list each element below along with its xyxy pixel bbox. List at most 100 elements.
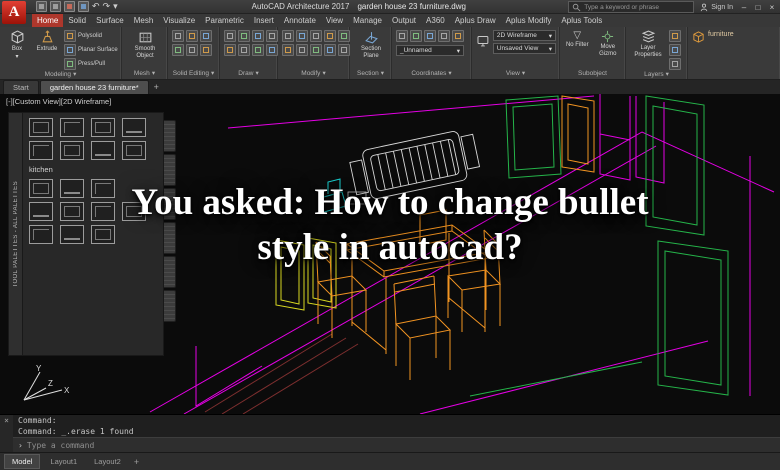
- palette-tab[interactable]: [164, 256, 176, 288]
- shell-icon[interactable]: [200, 44, 212, 56]
- panel-label-subobject[interactable]: Subobject: [560, 69, 625, 79]
- extrude-button[interactable]: Extrude: [33, 30, 61, 70]
- panel-label-section[interactable]: Section ▾: [350, 69, 391, 79]
- palette-tool[interactable]: [29, 225, 53, 244]
- ucs-world-icon[interactable]: [396, 30, 408, 42]
- move-icon[interactable]: [282, 30, 294, 42]
- palette-tab[interactable]: [164, 154, 176, 186]
- maximize-button[interactable]: □: [753, 3, 763, 12]
- file-tab-start[interactable]: Start: [3, 80, 39, 94]
- palette-tool[interactable]: [91, 118, 115, 137]
- slice-icon[interactable]: [172, 44, 184, 56]
- fillet-edge-icon[interactable]: [186, 44, 198, 56]
- rotate-icon[interactable]: [296, 30, 308, 42]
- palette-tool[interactable]: [60, 202, 84, 221]
- trim-icon[interactable]: [310, 30, 322, 42]
- ucs-origin-icon[interactable]: [424, 30, 436, 42]
- palette-tool[interactable]: [60, 141, 84, 160]
- help-search-input[interactable]: Type a keyword or phrase: [568, 1, 695, 13]
- union-icon[interactable]: [172, 30, 184, 42]
- ribbon-tab-annotate[interactable]: Annotate: [279, 14, 321, 27]
- box-button[interactable]: Box ▾: [4, 30, 30, 70]
- ribbon-tab-view[interactable]: View: [321, 14, 348, 27]
- ribbon-tab-a360[interactable]: A360: [421, 14, 450, 27]
- panel-label-mesh[interactable]: Mesh ▾: [122, 69, 167, 79]
- ucs-name-dropdown[interactable]: _Unnamed ▾: [396, 45, 464, 56]
- palette-tool[interactable]: [91, 179, 115, 198]
- panel-label-modify[interactable]: Modify ▾: [278, 69, 349, 79]
- furniture-tool[interactable]: furniture: [688, 27, 780, 48]
- ribbon-tab-surface[interactable]: Surface: [91, 14, 129, 27]
- ribbon-tab-insert[interactable]: Insert: [249, 14, 279, 27]
- spline-icon[interactable]: [266, 44, 278, 56]
- undo-icon[interactable]: ↶: [92, 2, 100, 11]
- panel-label-solid-editing[interactable]: Solid Editing ▾: [168, 69, 219, 79]
- minimize-button[interactable]: –: [739, 3, 749, 12]
- ribbon-tab-aplus-draw[interactable]: Aplus Draw: [450, 14, 501, 27]
- hatch-icon[interactable]: [252, 44, 264, 56]
- model-tab[interactable]: Model: [4, 454, 41, 469]
- visual-style-dropdown[interactable]: 2D Wireframe ▾: [492, 30, 556, 41]
- circle-icon[interactable]: [252, 30, 264, 42]
- press-pull-button[interactable]: Press/Pull: [64, 58, 118, 70]
- copy-icon[interactable]: [324, 30, 336, 42]
- panel-label-draw[interactable]: Draw ▾: [220, 69, 277, 79]
- palette-tool[interactable]: [29, 179, 53, 198]
- panel-label-modeling[interactable]: Modeling ▾: [0, 70, 121, 80]
- view-name-dropdown[interactable]: Unsaved View ▾: [492, 43, 556, 54]
- polysolid-button[interactable]: Polysolid: [64, 30, 118, 42]
- app-menu-button[interactable]: A: [2, 1, 26, 24]
- palette-tab[interactable]: [164, 188, 176, 220]
- erase-icon[interactable]: [338, 44, 350, 56]
- ribbon-tab-aplus-modify[interactable]: Aplus Modify: [501, 14, 557, 27]
- arc-icon[interactable]: [266, 30, 278, 42]
- plot-icon[interactable]: [78, 1, 89, 12]
- palette-tool[interactable]: [29, 141, 53, 160]
- smooth-object-button[interactable]: Smooth Object: [126, 30, 164, 69]
- line-icon[interactable]: [224, 30, 236, 42]
- ribbon-tab-mesh[interactable]: Mesh: [129, 14, 159, 27]
- model-space-viewport[interactable]: [-][Custom View][2D Wireframe] TOOL PALE…: [0, 94, 780, 414]
- ribbon-tab-home[interactable]: Home: [32, 14, 64, 27]
- mirror-icon[interactable]: [338, 30, 350, 42]
- palette-tool[interactable]: [91, 202, 115, 221]
- palette-tool[interactable]: [29, 118, 53, 137]
- new-drawing-tab-button[interactable]: +: [150, 81, 163, 94]
- layer-isolate-icon[interactable]: [669, 44, 681, 56]
- new-layout-button[interactable]: +: [131, 457, 142, 467]
- intersect-icon[interactable]: [200, 30, 212, 42]
- palette-tab[interactable]: [164, 120, 176, 152]
- open-file-icon[interactable]: [50, 1, 61, 12]
- no-filter-button[interactable]: ▽ No Filter: [564, 30, 591, 69]
- palette-tool[interactable]: [122, 202, 146, 221]
- layer-freeze-icon[interactable]: [669, 58, 681, 70]
- stretch-icon[interactable]: [282, 44, 294, 56]
- file-tab-drawing[interactable]: garden house 23 furniture*: [39, 80, 149, 94]
- palette-tool[interactable]: [91, 141, 115, 160]
- move-gizmo-button[interactable]: Move Gizmo: [594, 30, 622, 69]
- palette-tool[interactable]: [122, 118, 146, 137]
- command-input[interactable]: › Type a command: [13, 437, 780, 452]
- save-icon[interactable]: [64, 1, 75, 12]
- layout1-tab[interactable]: Layout1: [43, 455, 84, 468]
- command-close-button[interactable]: ×: [0, 415, 13, 452]
- redo-icon[interactable]: ↷: [103, 2, 111, 11]
- scale-icon[interactable]: [296, 44, 308, 56]
- panel-label-view[interactable]: View ▾: [472, 69, 559, 79]
- ribbon-tab-visualize[interactable]: Visualize: [158, 14, 200, 27]
- layout2-tab[interactable]: Layout2: [87, 455, 128, 468]
- polyline-icon[interactable]: [238, 30, 250, 42]
- rectangle-icon[interactable]: [224, 44, 236, 56]
- panel-label-layers[interactable]: Layers ▾: [626, 70, 687, 80]
- section-plane-button[interactable]: Section Plane: [354, 30, 388, 69]
- viewport-controls[interactable]: [-][Custom View][2D Wireframe]: [6, 97, 111, 106]
- ribbon-tab-manage[interactable]: Manage: [348, 14, 387, 27]
- ucs-icon[interactable]: [410, 30, 422, 42]
- ucs-view-icon[interactable]: [452, 30, 464, 42]
- planar-surface-button[interactable]: Planar Surface: [64, 44, 118, 56]
- layer-properties-button[interactable]: Layer Properties: [630, 30, 666, 70]
- palette-tool[interactable]: [29, 202, 53, 221]
- palette-tool[interactable]: [91, 225, 115, 244]
- new-file-icon[interactable]: [36, 1, 47, 12]
- ribbon-tab-solid[interactable]: Solid: [63, 14, 91, 27]
